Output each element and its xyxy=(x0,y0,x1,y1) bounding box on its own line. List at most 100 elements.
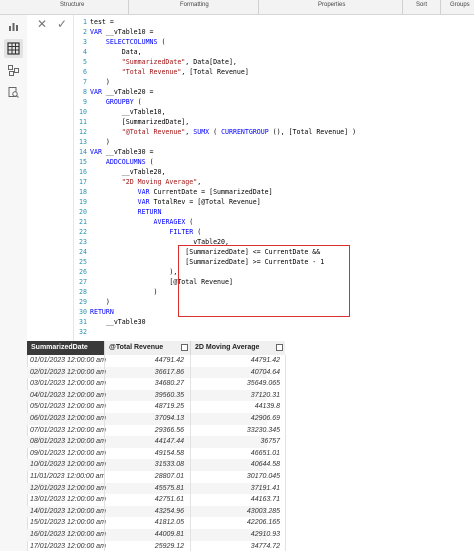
code-line[interactable]: 8 VAR __vTable20 = xyxy=(74,87,474,97)
cell-total-revenue: 28807.01 xyxy=(154,473,184,480)
cell-moving-average: 42206.165 xyxy=(246,519,280,527)
code-line[interactable]: 19 VAR TotalRev = [@Total Revenue] xyxy=(74,197,474,207)
filter-dropdown-icon[interactable] xyxy=(181,344,188,351)
code-text: VAR TotalRev = [@Total Revenue] xyxy=(137,198,261,206)
column-header-label: @Total Revenue xyxy=(109,344,164,351)
cell-total-revenue: 34680.27 xyxy=(154,380,184,388)
table-row[interactable]: 02/01/2023 12:00:00 am 36617.86 40704.64 xyxy=(27,366,280,379)
table-row[interactable]: 05/01/2023 12:00:00 am 48719.25 44139.8 xyxy=(27,401,280,413)
table-row[interactable]: 06/01/2023 12:00:00 am 37094.13 42906.69 xyxy=(27,413,280,425)
cell-total-revenue: 49154.58 xyxy=(154,449,184,457)
table-row[interactable]: 03/01/2023 12:00:00 am 34680.27 35649.065 xyxy=(27,378,280,390)
ribbon-section-sort[interactable]: Sort xyxy=(416,2,427,8)
table-row[interactable]: 15/01/2023 12:00:00 am 41812.05 42206.165 xyxy=(27,517,280,529)
ribbon-section-groups[interactable]: Groups xyxy=(450,2,470,8)
model-view-icon[interactable] xyxy=(8,65,19,76)
code-line[interactable]: 17 "2D Moving Average", xyxy=(74,177,474,187)
column-header-total-revenue[interactable]: @Total Revenue xyxy=(104,341,190,355)
cell-date: 14/01/2023 12:00:00 am xyxy=(30,507,106,515)
code-text: VAR CurrentDate = [SummarizedDate] xyxy=(137,188,273,196)
code-line[interactable]: 31 __vTable30 xyxy=(74,317,474,327)
cell-total-revenue: 37094.13 xyxy=(154,415,184,422)
cell-date: 02/01/2023 12:00:00 am xyxy=(30,368,106,376)
table-row[interactable]: 16/01/2023 12:00:00 am 44009.81 42910.93 xyxy=(27,529,280,541)
code-line[interactable]: 1 test = xyxy=(74,17,474,27)
code-line[interactable]: 6 "Total Revenue", [Total Revenue] xyxy=(74,67,474,77)
code-line[interactable]: 12 "@Total Revenue", SUMX ( CURRENTGROUP… xyxy=(74,127,474,137)
code-line[interactable]: 5 "SummarizedDate", Data[Date], xyxy=(74,57,474,67)
code-text: GROUPBY ( xyxy=(105,98,142,106)
cell-moving-average: 42910.93 xyxy=(250,531,280,538)
line-number: 26 xyxy=(79,268,87,276)
line-number: 2 xyxy=(83,28,87,36)
ribbon-section-formatting[interactable]: Formatting xyxy=(180,2,209,8)
code-line[interactable]: 7 ) xyxy=(74,77,474,87)
table-row[interactable]: 07/01/2023 12:00:00 am 29366.56 33230.345 xyxy=(27,425,280,437)
code-line[interactable]: 10 __vTable10, xyxy=(74,107,474,117)
table-row[interactable]: 13/01/2023 12:00:00 am 42751.61 44163.71 xyxy=(27,494,280,506)
code-line[interactable]: 18 VAR CurrentDate = [SummarizedDate] xyxy=(74,187,474,197)
cell-date: 12/01/2023 12:00:00 am xyxy=(30,484,106,492)
ribbon-section-properties[interactable]: Properties xyxy=(318,2,345,8)
code-line[interactable]: 11 [SummarizedDate], xyxy=(74,117,474,127)
highlight-box xyxy=(178,245,350,317)
table-row[interactable]: 04/01/2023 12:00:00 am 39560.35 37120.31 xyxy=(27,389,280,402)
cell-moving-average: 43003.285 xyxy=(246,507,280,515)
table-row[interactable]: 17/01/2023 12:00:00 am 25929.12 34774.72 xyxy=(27,541,280,552)
cell-date: 04/01/2023 12:00:00 am xyxy=(30,391,106,399)
code-text: ), xyxy=(90,268,178,276)
table-row[interactable]: 01/01/2023 12:00:00 am 44791.42 44791.42 xyxy=(27,355,280,367)
code-line[interactable]: 14 VAR __vTable30 = xyxy=(74,147,474,157)
code-line[interactable]: 16 __vTable20, xyxy=(74,167,474,177)
code-line[interactable]: 15 ADDCOLUMNS ( xyxy=(74,157,474,167)
column-divider xyxy=(190,355,191,551)
line-number: 15 xyxy=(79,158,87,166)
line-number: 9 xyxy=(83,98,87,106)
cell-moving-average: 44163.71 xyxy=(250,496,280,504)
code-line[interactable]: 3 SELECTCOLUMNS ( xyxy=(74,37,474,47)
column-header-moving-average[interactable]: 2D Moving Average xyxy=(190,341,285,355)
cell-moving-average: 37120.31 xyxy=(250,391,280,399)
table-row[interactable]: 08/01/2023 12:00:00 am 44147.44 36757 xyxy=(27,436,280,448)
dax-formula-editor[interactable]: ✕ ✓ 1 test = 2 VAR __vTable10 = 3 SELECTCOLU… xyxy=(27,15,474,341)
code-line[interactable]: 9 GROUPBY ( xyxy=(74,97,474,107)
cell-total-revenue: 31533.08 xyxy=(154,461,184,469)
commit-icon[interactable]: ✓ xyxy=(57,17,67,31)
cancel-icon[interactable]: ✕ xyxy=(37,17,47,31)
line-number: 17 xyxy=(79,178,87,186)
cell-date: 05/01/2023 12:00:00 am xyxy=(30,403,106,411)
report-view-icon[interactable] xyxy=(8,21,19,32)
code-line[interactable]: 32 xyxy=(74,327,474,337)
code-text: Data, xyxy=(90,48,142,56)
cell-total-revenue: 44791.42 xyxy=(154,357,184,364)
code-line[interactable]: 4 Data, xyxy=(74,47,474,57)
code-text: [SummarizedDate], xyxy=(90,118,190,126)
table-row[interactable]: 12/01/2023 12:00:00 am 45575.81 37191.41 xyxy=(27,482,280,495)
line-number: 8 xyxy=(83,88,87,96)
code-line[interactable]: 20 RETURN xyxy=(74,207,474,217)
table-view-icon[interactable] xyxy=(4,39,23,58)
dax-query-view-icon[interactable] xyxy=(8,87,19,98)
ribbon-section-structure[interactable]: Structure xyxy=(60,2,84,8)
table-row[interactable]: 14/01/2023 12:00:00 am 43254.96 43003.285 xyxy=(27,505,280,518)
code-text: ) xyxy=(90,298,110,306)
code-text: VAR __vTable20 = xyxy=(90,88,154,96)
cell-date: 07/01/2023 12:00:00 am xyxy=(30,426,106,434)
line-number: 5 xyxy=(83,58,87,66)
code-line[interactable]: 2 VAR __vTable10 = xyxy=(74,27,474,37)
cell-total-revenue: 36617.86 xyxy=(154,368,184,376)
table-row[interactable]: 09/01/2023 12:00:00 am 49154.58 46651.01 xyxy=(27,448,280,460)
line-number: 28 xyxy=(79,288,87,296)
code-line[interactable]: 22 FILTER ( xyxy=(74,227,474,237)
column-header-label: 2D Moving Average xyxy=(195,344,260,351)
cell-moving-average: 40704.64 xyxy=(250,368,280,376)
table-row[interactable]: 11/01/2023 12:00:00 am 28807.01 30170.045 xyxy=(27,471,280,483)
cell-moving-average: 37191.41 xyxy=(250,484,280,492)
filter-dropdown-icon[interactable] xyxy=(276,344,283,351)
code-text: RETURN xyxy=(90,308,114,316)
code-line[interactable]: 13 ) xyxy=(74,137,474,147)
code-line[interactable]: 21 AVERAGEX ( xyxy=(74,217,474,227)
table-row[interactable]: 10/01/2023 12:00:00 am 31533.08 40644.58 xyxy=(27,459,280,471)
line-number: 27 xyxy=(79,278,87,286)
column-header-summarizeddate[interactable]: SummarizedDate xyxy=(27,341,104,355)
